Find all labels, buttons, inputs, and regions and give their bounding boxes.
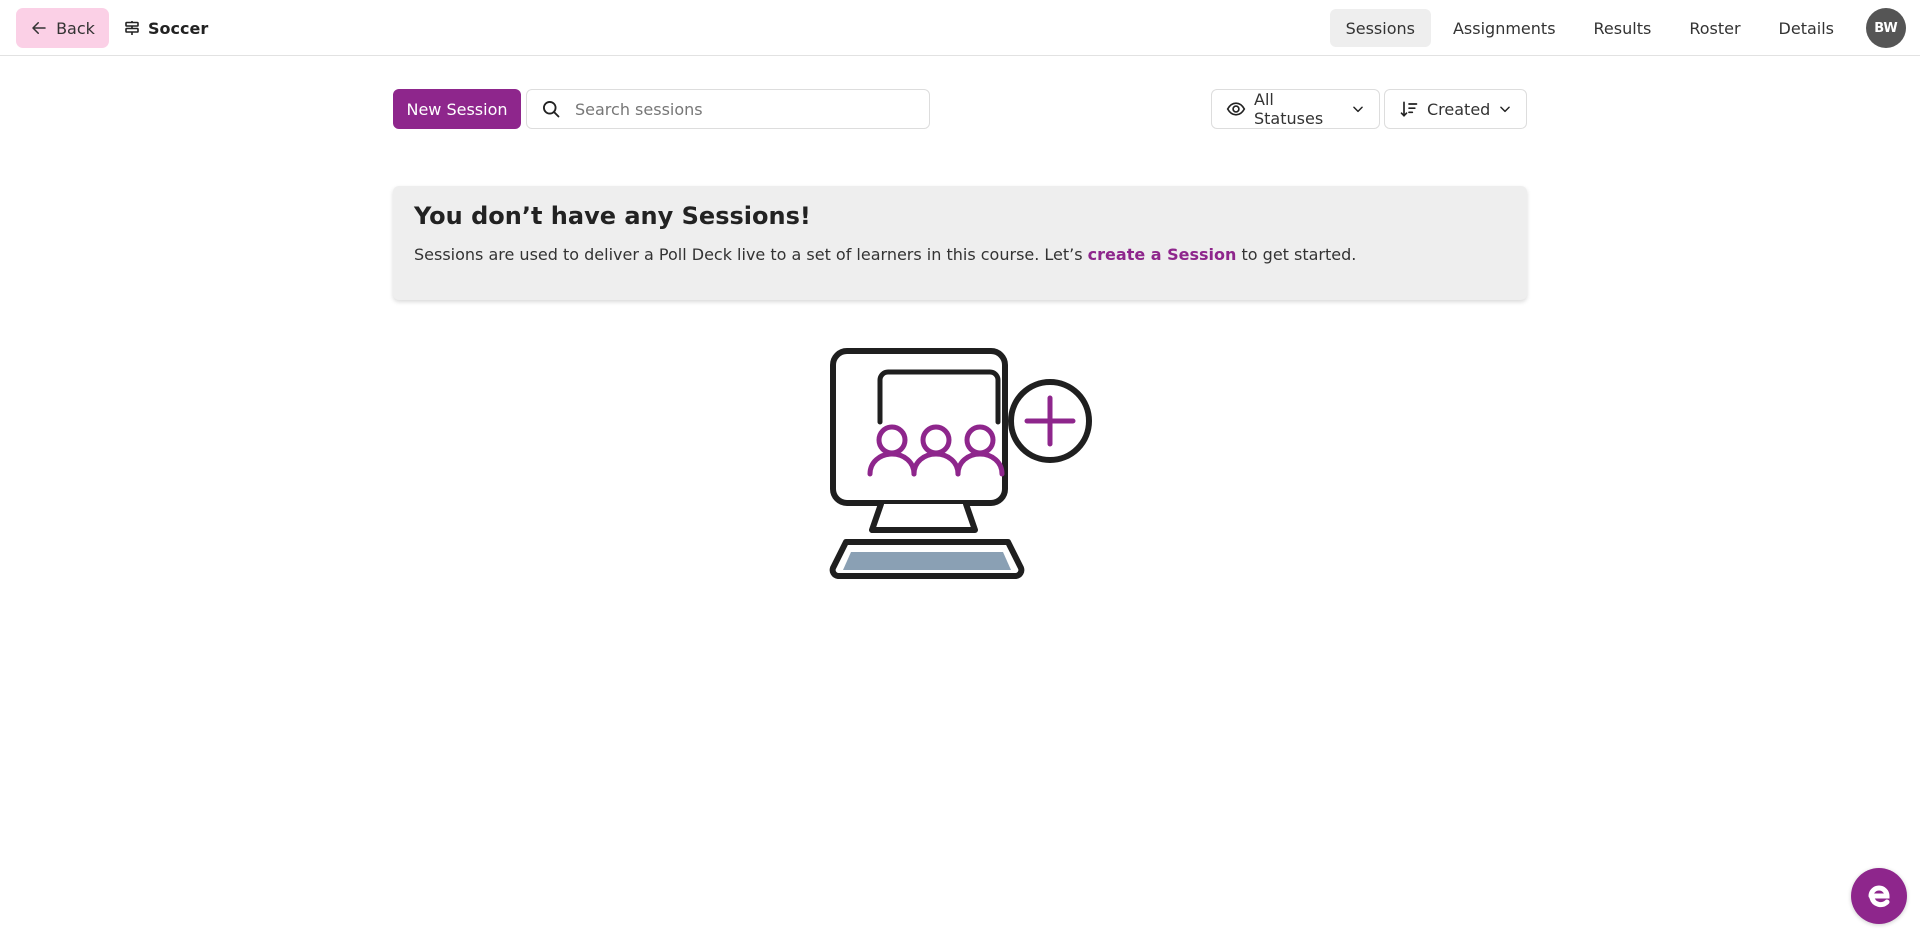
top-navigation-bar: Back Soccer Sessions Assignments Results… — [0, 0, 1920, 56]
sort-dropdown[interactable]: Created — [1384, 89, 1527, 129]
tab-results[interactable]: Results — [1578, 9, 1668, 47]
sessions-toolbar: New Session All Statuses Created — [393, 89, 1527, 129]
course-tabs: Sessions Assignments Results Roster Deta… — [1329, 9, 1850, 47]
tab-details[interactable]: Details — [1763, 9, 1850, 47]
tab-roster[interactable]: Roster — [1673, 9, 1756, 47]
status-filter-dropdown[interactable]: All Statuses — [1211, 89, 1380, 129]
chevron-down-icon — [1353, 106, 1363, 113]
sort-label: Created — [1427, 99, 1491, 119]
course-title: Soccer — [124, 8, 208, 48]
keyboard-keys — [843, 552, 1011, 570]
tab-sessions[interactable]: Sessions — [1329, 9, 1431, 47]
search-input[interactable] — [575, 99, 905, 119]
user-avatar[interactable]: BW — [1866, 8, 1906, 48]
empty-text-after: to get started. — [1236, 245, 1357, 264]
empty-state-card: You don’t have any Sessions! Sessions ar… — [393, 186, 1527, 300]
create-session-link[interactable]: create a Session — [1088, 245, 1237, 264]
chat-e-icon — [1868, 885, 1890, 908]
tab-assignments[interactable]: Assignments — [1437, 9, 1572, 47]
empty-state-text: Sessions are used to deliver a Poll Deck… — [414, 244, 1506, 266]
signpost-icon — [125, 21, 139, 35]
chevron-down-icon — [1500, 106, 1511, 113]
back-button[interactable]: Back — [16, 8, 109, 48]
empty-state-title: You don’t have any Sessions! — [414, 202, 811, 230]
arrow-left-icon — [32, 22, 46, 34]
monitor-stand — [869, 501, 978, 533]
eye-icon — [1226, 102, 1246, 116]
new-session-button[interactable]: New Session — [393, 89, 521, 129]
search-box[interactable] — [526, 89, 930, 129]
chat-widget-button[interactable] — [1851, 868, 1907, 924]
search-icon — [543, 101, 560, 118]
sort-descending-icon — [1400, 101, 1418, 117]
back-label: Back — [56, 18, 95, 38]
status-filter-label: All Statuses — [1254, 90, 1324, 128]
course-name: Soccer — [148, 18, 209, 38]
empty-text-before: Sessions are used to deliver a Poll Deck… — [414, 245, 1088, 264]
computer-learners-add-illustration — [829, 348, 1092, 579]
